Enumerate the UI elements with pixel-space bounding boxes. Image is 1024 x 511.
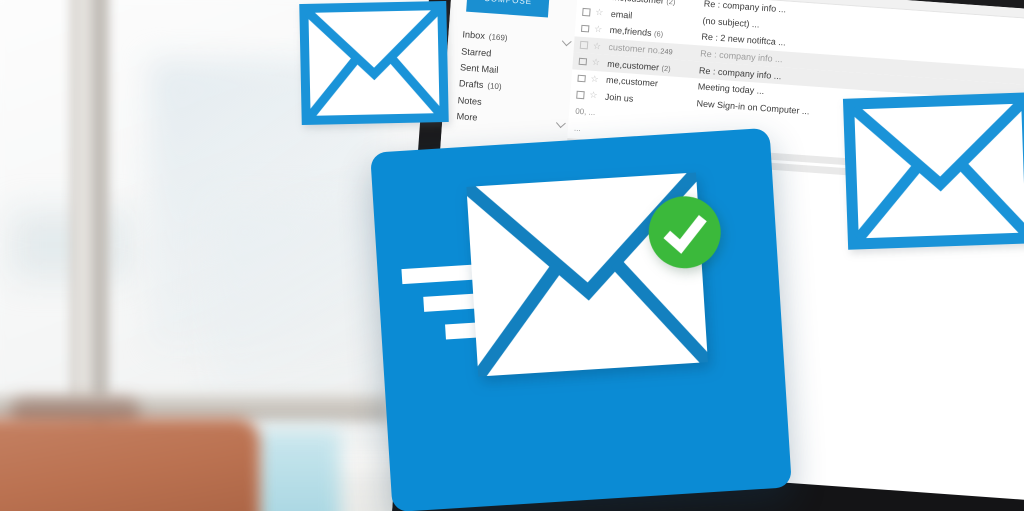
- compose-button[interactable]: COMPOSE: [466, 0, 550, 18]
- sidebar-item-label: More: [456, 111, 478, 123]
- sidebar-item-label: Drafts: [458, 78, 484, 91]
- envelope-outline-icon: [299, 0, 450, 126]
- checkbox-icon[interactable]: [578, 57, 587, 66]
- checkbox-icon[interactable]: [582, 8, 591, 17]
- checkbox-icon[interactable]: [577, 74, 586, 83]
- star-icon[interactable]: ☆: [590, 73, 600, 84]
- star-icon[interactable]: ☆: [591, 57, 601, 68]
- sidebar-item-count: (169): [488, 31, 508, 43]
- checkbox-icon[interactable]: [579, 41, 588, 50]
- background-cyan-object: [255, 430, 340, 511]
- sidebar-item-label: Sent Mail: [459, 62, 499, 75]
- star-icon[interactable]: ☆: [593, 24, 603, 35]
- sidebar-item-label: Notes: [457, 94, 483, 107]
- sidebar-item-label: Starred: [460, 45, 492, 59]
- background-window-mullion: [70, 0, 110, 440]
- envelope-outline-icon: [842, 92, 1024, 251]
- scene: COMPOSE Inbox (169) Starred Sent Mail Dr…: [0, 0, 1024, 511]
- email-notification-card: [370, 127, 792, 511]
- message-subject: Meeting today ...: [697, 81, 765, 97]
- checkbox-icon[interactable]: [580, 24, 589, 33]
- star-icon[interactable]: ☆: [589, 90, 599, 101]
- background-chair: [0, 418, 260, 511]
- sidebar-list: Inbox (169) Starred Sent Mail Drafts (10…: [456, 26, 575, 132]
- chevron-down-icon[interactable]: [561, 36, 572, 47]
- star-icon[interactable]: ☆: [595, 7, 605, 18]
- sidebar-item-label: Inbox: [462, 29, 486, 42]
- star-icon[interactable]: ★: [596, 0, 606, 1]
- message-sender: Join us: [604, 91, 634, 104]
- check-circle-icon: [645, 193, 724, 272]
- checkbox-icon[interactable]: [576, 90, 585, 99]
- message-subject: (no subject) ...: [702, 15, 760, 30]
- chevron-down-icon[interactable]: [555, 118, 566, 129]
- star-icon[interactable]: ☆: [592, 40, 602, 51]
- sidebar-item-count: (10): [487, 81, 502, 92]
